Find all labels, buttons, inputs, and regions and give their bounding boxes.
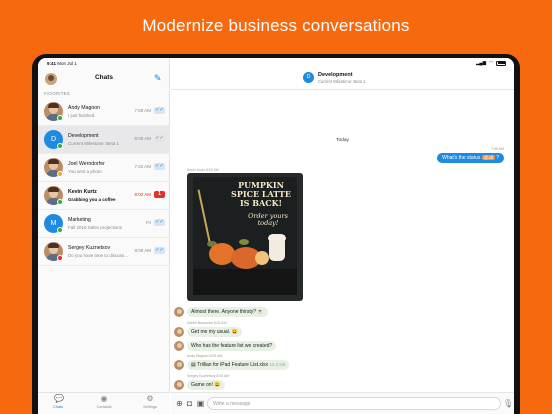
presence-dot <box>57 255 63 261</box>
chat-name: Development <box>68 133 99 139</box>
status-time: 9:41 Mon Jul 1 <box>47 61 77 66</box>
status-bar-right: ▂▄▆ ◠ <box>171 58 514 68</box>
day-separator: Today <box>336 138 349 143</box>
favorites-section-label: FAVORITES <box>44 91 70 96</box>
chat-row[interactable]: D Development Current Milestone: Beta 1 8:0… <box>38 126 170 154</box>
chat-bubbles-icon: 💬 <box>54 394 64 403</box>
wifi-icon: ◠ <box>489 60 493 65</box>
incoming-message[interactable]: Almost there. Anyone thirsty? ☕ <box>187 307 268 317</box>
presence-dot <box>57 227 63 233</box>
chat-preview: I just finished. <box>68 113 96 118</box>
chat-name: Andy Magoon <box>68 105 101 111</box>
sidebar-header: Chats ✎ <box>38 68 170 90</box>
microphone-icon[interactable]: 🎙 <box>503 399 513 408</box>
file-size: 12.2 KB <box>269 362 286 367</box>
sender-label: Andy Magoon 8:05 AM <box>187 354 223 358</box>
chat-row[interactable]: M Marketing Fall 2019 Sales projections Fri… <box>38 210 170 238</box>
photo-message[interactable]: PUMPKIN SPICE LATTE IS BACK! Order yours… <box>187 173 303 301</box>
chat-row[interactable]: Sergey Kuznetsov Do you have time to disc… <box>38 238 170 266</box>
chat-name: Joel Werndorfer <box>68 161 105 167</box>
message-input[interactable] <box>207 397 501 410</box>
tab-contacts[interactable]: ◉ Contacts <box>89 394 119 410</box>
presence-dot <box>57 171 63 177</box>
sender-avatar[interactable] <box>174 307 184 317</box>
signal-icon: ▂▄▆ <box>475 60 487 65</box>
screen: 9:41 Mon Jul 1 Chats ✎ FAVORITES Andy Ma… <box>38 58 514 414</box>
sender-avatar[interactable] <box>174 341 184 351</box>
chat-preview: Fall 2019 Sales projections <box>68 225 123 230</box>
chat-time: 8:06 AM <box>134 248 151 253</box>
chat-list-sidebar: 9:41 Mon Jul 1 Chats ✎ FAVORITES Andy Ma… <box>38 58 170 414</box>
tab-chats[interactable]: 💬 Chats <box>43 394 73 410</box>
chat-name: Sergey Kuznetsov <box>68 245 111 251</box>
sender-label: Sergey Kuznetsov 8:06 AM <box>187 374 230 378</box>
chat-preview: Grabbing you a coffee <box>68 197 116 202</box>
sender-label: Daniel Bausman 8:02 AM <box>187 321 227 325</box>
read-receipt-icon: ✓✓ <box>154 247 165 254</box>
outgoing-time: 7:58 AM <box>491 147 504 151</box>
battery-icon <box>496 60 506 66</box>
gear-icon: ⚙ <box>146 394 154 403</box>
chat-time: Fri <box>145 220 151 225</box>
sender-avatar[interactable] <box>174 327 184 337</box>
message-composer: ⊕ ◘ ▣ 🎙 <box>171 392 514 414</box>
chat-time: 8:08 AM <box>134 136 151 141</box>
conversation-subtitle: Current Milestone: Beta 1 <box>318 79 366 84</box>
chat-preview: Do you have time to discuss... <box>68 253 129 258</box>
chat-name: Kevin Kurtz <box>68 189 97 195</box>
camera-icon[interactable]: ◘ <box>185 399 194 408</box>
chat-time: 8:02 AM <box>134 192 151 197</box>
incoming-message[interactable]: Who has the feature list we created? <box>187 341 277 351</box>
sender-avatar[interactable] <box>174 360 184 370</box>
image-icon[interactable]: ▣ <box>196 399 205 408</box>
sidebar-title: Chats <box>94 74 114 81</box>
file-message[interactable]: ▤ Trillian for iPad Feature List.xlsx 12… <box>187 360 290 370</box>
chat-preview: Current Milestone: Beta 1 <box>68 141 120 146</box>
headline: Modernize business conversations <box>142 16 410 35</box>
photo-sender-label: Kevin Kurtz 8:02 AM <box>187 168 219 172</box>
conversation-avatar: D <box>303 72 314 83</box>
incoming-message[interactable]: Get me my usual. 😀 <box>187 327 242 337</box>
read-receipt-icon: ✓✓ <box>154 107 165 114</box>
status-indicators: ▂▄▆ ◠ <box>476 60 506 66</box>
chat-time: 7:42 AM <box>134 164 151 169</box>
sender-avatar[interactable] <box>174 380 184 390</box>
read-receipt-icon: ✓✓ <box>154 219 165 226</box>
presence-dot <box>57 115 63 121</box>
unread-badge: 1 <box>154 191 165 198</box>
tab-settings[interactable]: ⚙ Settings <box>135 394 165 410</box>
chat-time: 7:58 AM <box>134 108 151 113</box>
chat-row[interactable]: Joel Werndorfer You sent a photo 7:42 AM ✓✓ <box>38 154 170 182</box>
conversation-pane: ▂▄▆ ◠ D Development Current Milestone: B… <box>171 58 514 414</box>
read-receipt-icon: ✓✓ <box>154 135 165 142</box>
chat-preview: You sent a photo <box>68 169 102 174</box>
chalkboard-image: PUMPKIN SPICE LATTE IS BACK! Order yours… <box>193 177 297 295</box>
incoming-message[interactable]: Game on! 😀 <box>187 380 225 390</box>
chat-name: Marketing <box>68 217 91 223</box>
compose-icon[interactable]: ✎ <box>154 73 164 83</box>
chalkboard-headline: PUMPKIN SPICE LATTE IS BACK! <box>231 180 291 208</box>
conversation-header[interactable]: D Development Current Milestone: Beta 1 <box>171 68 514 90</box>
chat-row[interactable]: Andy Magoon I just finished. 7:58 AM ✓✓ <box>38 98 170 126</box>
outgoing-message[interactable]: What's the status @all ? <box>437 153 504 163</box>
conversation-title: Development <box>318 72 353 78</box>
presence-dot <box>57 143 63 149</box>
mention-tag[interactable]: @all <box>481 155 495 160</box>
presence-dot <box>57 199 63 205</box>
add-icon[interactable]: ⊕ <box>175 399 184 408</box>
chat-row[interactable]: Kevin Kurtz Grabbing you a coffee 8:02 AM 1 <box>38 182 170 210</box>
contact-icon: ◉ <box>100 394 108 403</box>
tab-bar: 💬 Chats ◉ Contacts ⚙ Settings <box>38 392 170 414</box>
chalkboard-subline: Order yours today! <box>248 212 288 227</box>
read-receipt-icon: ✓✓ <box>154 163 165 170</box>
